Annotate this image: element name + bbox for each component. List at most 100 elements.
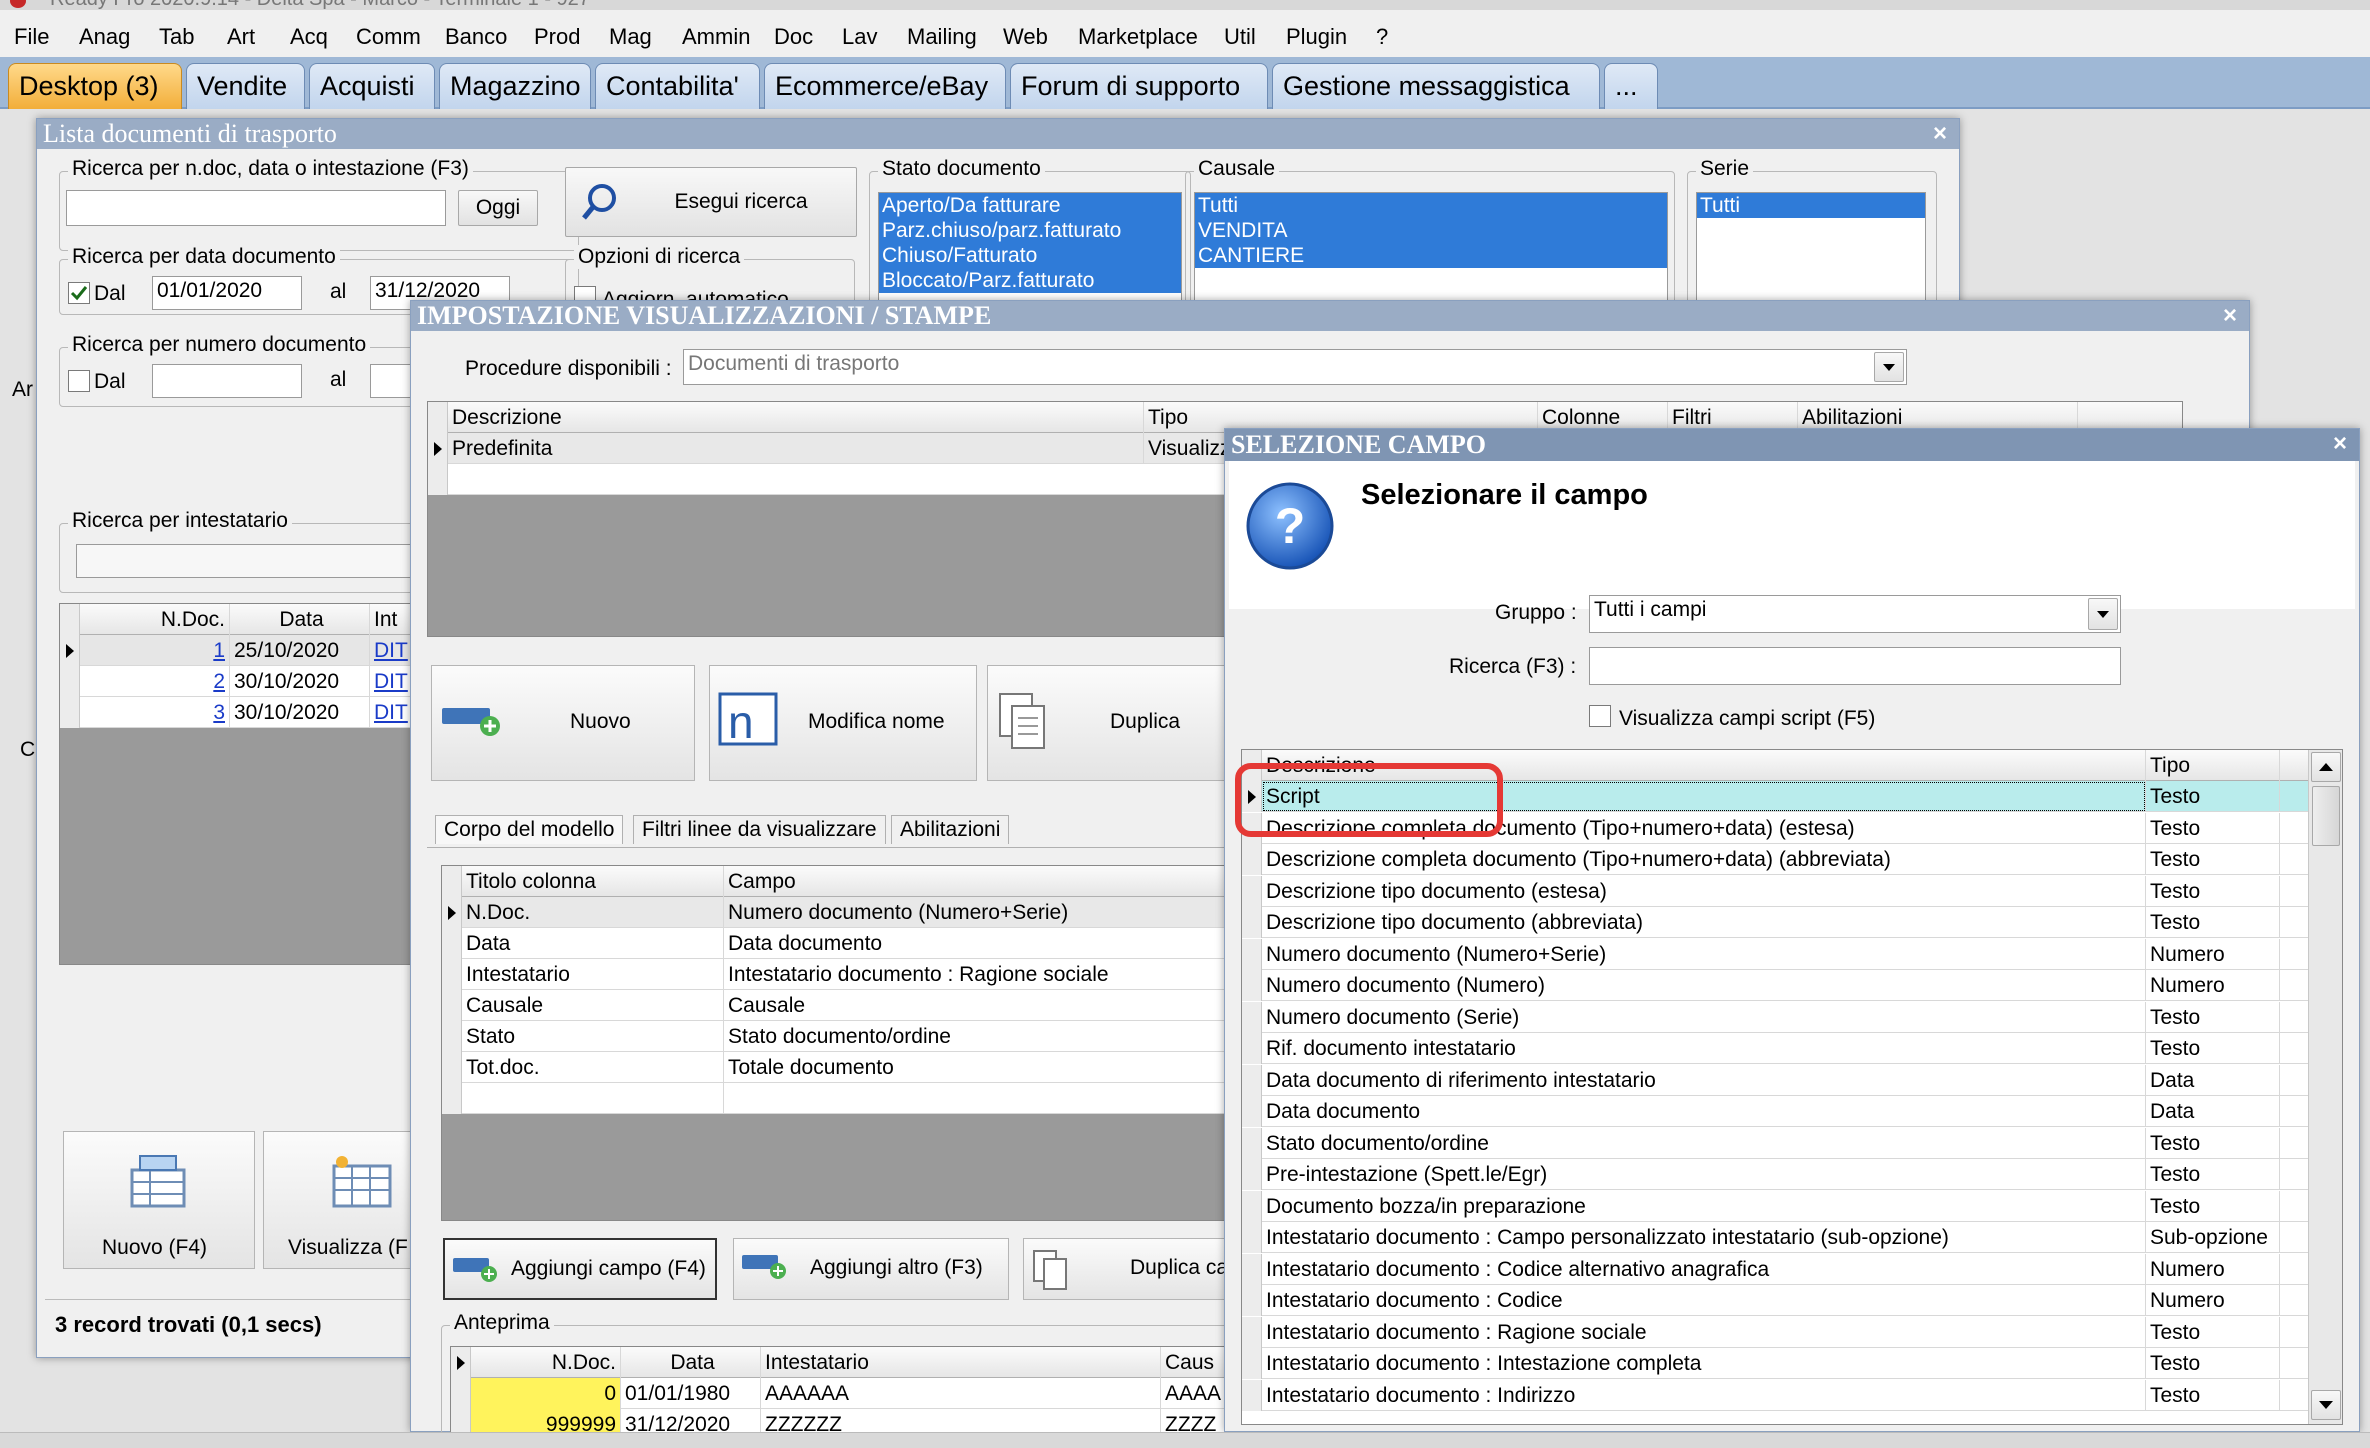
menu-tab[interactable]: Tab	[159, 24, 194, 50]
menu-mailing[interactable]: Mailing	[907, 24, 977, 50]
menu-file[interactable]: File	[14, 24, 49, 50]
scroll-thumb[interactable]	[2312, 786, 2340, 846]
field-row[interactable]: Descrizione tipo documento (estesa) Testo	[1242, 875, 2342, 907]
tab-filtri-linee[interactable]: Filtri linee da visualizzare	[633, 815, 886, 844]
field-row[interactable]: Intestatario documento : Codice Numero	[1242, 1285, 2342, 1316]
duplicate-model-button[interactable]: Duplica	[987, 665, 1251, 781]
scroll-up-icon[interactable]	[2311, 752, 2341, 782]
field-row[interactable]: Descrizione completa documento (Tipo+num…	[1242, 844, 2342, 875]
tab-abilitazioni[interactable]: Abilitazioni	[891, 815, 1010, 844]
close-icon[interactable]: ×	[2333, 432, 2347, 456]
tab-desktop[interactable]: Desktop (3)	[8, 63, 182, 109]
col-titolo[interactable]: Titolo colonna	[462, 866, 724, 897]
doc-link[interactable]: 2	[213, 670, 225, 693]
tab-more[interactable]: ...	[1604, 63, 1658, 109]
serie-list[interactable]: Tutti	[1696, 192, 1926, 302]
menu-mag[interactable]: Mag	[609, 24, 652, 50]
menu-marketplace[interactable]: Marketplace	[1078, 24, 1198, 50]
field-row[interactable]: Data documento di riferimento intestatar…	[1242, 1064, 2342, 1096]
field-row[interactable]: Intestatario documento : Codice alternat…	[1242, 1253, 2342, 1285]
field-row[interactable]: Numero documento (Serie) Testo	[1242, 1001, 2342, 1033]
tab-acquisti[interactable]: Acquisti	[309, 63, 435, 109]
col-ndoc[interactable]: N.Doc.	[80, 604, 230, 635]
causale-list[interactable]: Tutti VENDITA CANTIERE	[1194, 192, 1668, 302]
tab-forum[interactable]: Forum di supporto	[1010, 63, 1268, 109]
tab-corpo-modello[interactable]: Corpo del modello	[435, 815, 624, 844]
field-row[interactable]: Numero documento (Numero) Numero	[1242, 970, 2342, 1001]
menu-acq[interactable]: Acq	[290, 24, 328, 50]
add-field-button[interactable]: Aggiungi campo (F4)	[443, 1238, 717, 1300]
rename-model-button[interactable]: n Modifica nome	[709, 665, 977, 781]
add-other-button[interactable]: Aggiungi altro (F3)	[733, 1238, 1009, 1300]
chevron-down-icon[interactable]	[2088, 598, 2118, 630]
field-row[interactable]: Data documento Data	[1242, 1096, 2342, 1127]
close-icon[interactable]: ×	[2223, 304, 2237, 328]
menu-web[interactable]: Web	[1003, 24, 1048, 50]
proc-dropdown[interactable]: Documenti di trasporto	[683, 349, 1907, 385]
field-row[interactable]: Rif. documento intestatario Testo	[1242, 1033, 2342, 1064]
new-document-button[interactable]: Nuovo (F4)	[63, 1131, 255, 1269]
menu-doc[interactable]: Doc	[774, 24, 813, 50]
field-row[interactable]: Intestatario documento : Ragione sociale…	[1242, 1316, 2342, 1348]
menu-anag[interactable]: Anag	[79, 24, 130, 50]
stato-item[interactable]: Parz.chiuso/parz.fatturato	[879, 218, 1181, 243]
row-int[interactable]: DIT	[374, 701, 408, 724]
show-script-checkbox[interactable]	[1589, 705, 1611, 727]
stato-item[interactable]: Chiuso/Fatturato	[879, 243, 1181, 268]
date-from-input[interactable]: 01/01/2020	[152, 276, 302, 310]
number-from-input[interactable]	[152, 364, 302, 398]
row-int[interactable]: DIT	[374, 670, 408, 693]
prev-col-intestatario[interactable]: Intestatario	[761, 1347, 1161, 1378]
tab-ecommerce[interactable]: Ecommerce/eBay	[764, 63, 1006, 109]
exec-search-button[interactable]: Esegui ricerca	[565, 167, 857, 237]
tab-vendite[interactable]: Vendite	[186, 63, 305, 109]
chevron-down-icon[interactable]	[1874, 352, 1904, 382]
causale-item[interactable]: Tutti	[1195, 193, 1667, 218]
col-descrizione[interactable]: Descrizione	[448, 402, 1144, 433]
field-row[interactable]: Documento bozza/in preparazione Testo	[1242, 1190, 2342, 1222]
stato-list[interactable]: Aperto/Da fatturare Parz.chiuso/parz.fat…	[878, 192, 1182, 302]
menu-plugin[interactable]: Plugin	[1286, 24, 1347, 50]
stato-item[interactable]: Bloccato/Parz.fatturato	[879, 268, 1181, 293]
doc-link[interactable]: 3	[213, 701, 225, 724]
menu-help[interactable]: ?	[1376, 24, 1388, 50]
menu-banco[interactable]: Banco	[445, 24, 507, 50]
col-tipo[interactable]: Tipo	[2146, 750, 2280, 781]
menu-art[interactable]: Art	[227, 24, 255, 50]
prev-col-ndoc[interactable]: N.Doc.	[471, 1347, 621, 1378]
group-dropdown[interactable]: Tutti i campi	[1589, 595, 2121, 633]
prev-col-data[interactable]: Data	[621, 1347, 761, 1378]
field-row[interactable]: Descrizione tipo documento (abbreviata) T…	[1242, 907, 2342, 938]
scroll-down-icon[interactable]	[2311, 1390, 2341, 1420]
col-data[interactable]: Data	[230, 604, 370, 635]
row-int[interactable]: DIT	[374, 639, 408, 662]
field-row[interactable]: Pre-intestazione (Spett.le/Egr) Testo	[1242, 1159, 2342, 1190]
causale-item[interactable]: CANTIERE	[1195, 243, 1667, 268]
menu-lav[interactable]: Lav	[842, 24, 877, 50]
date-from-checkbox[interactable]	[68, 282, 90, 304]
field-row[interactable]: Intestatario documento : Intestazione co…	[1242, 1348, 2342, 1379]
field-row[interactable]: Intestatario documento : Campo personali…	[1242, 1222, 2342, 1253]
field-search-input[interactable]	[1589, 647, 2121, 685]
doc-link[interactable]: 1	[213, 639, 225, 662]
fields-scrollbar[interactable]	[2308, 750, 2342, 1424]
today-button[interactable]: Oggi	[458, 190, 538, 226]
new-model-button[interactable]: Nuovo	[431, 665, 695, 781]
causale-item[interactable]: VENDITA	[1195, 218, 1667, 243]
close-icon[interactable]: ×	[1933, 122, 1947, 146]
field-row[interactable]: Intestatario documento : Indirizzo Testo	[1242, 1379, 2342, 1411]
field-row[interactable]: Stato documento/ordine Testo	[1242, 1127, 2342, 1159]
menu-prod[interactable]: Prod	[534, 24, 580, 50]
number-from-checkbox[interactable]	[68, 370, 90, 392]
search-input[interactable]	[66, 190, 446, 226]
serie-item[interactable]: Tutti	[1697, 193, 1925, 218]
tab-messaggistica[interactable]: Gestione messaggistica	[1272, 63, 1600, 109]
field-row[interactable]: Numero documento (Numero+Serie) Numero	[1242, 938, 2342, 970]
stato-item[interactable]: Aperto/Da fatturare	[879, 193, 1181, 218]
menu-comm[interactable]: Comm	[356, 24, 421, 50]
tab-magazzino[interactable]: Magazzino	[439, 63, 591, 109]
menu-util[interactable]: Util	[1224, 24, 1256, 50]
field-type: Testo	[2146, 875, 2280, 907]
tab-contabilita[interactable]: Contabilita'	[595, 63, 760, 109]
menu-ammin[interactable]: Ammin	[682, 24, 750, 50]
